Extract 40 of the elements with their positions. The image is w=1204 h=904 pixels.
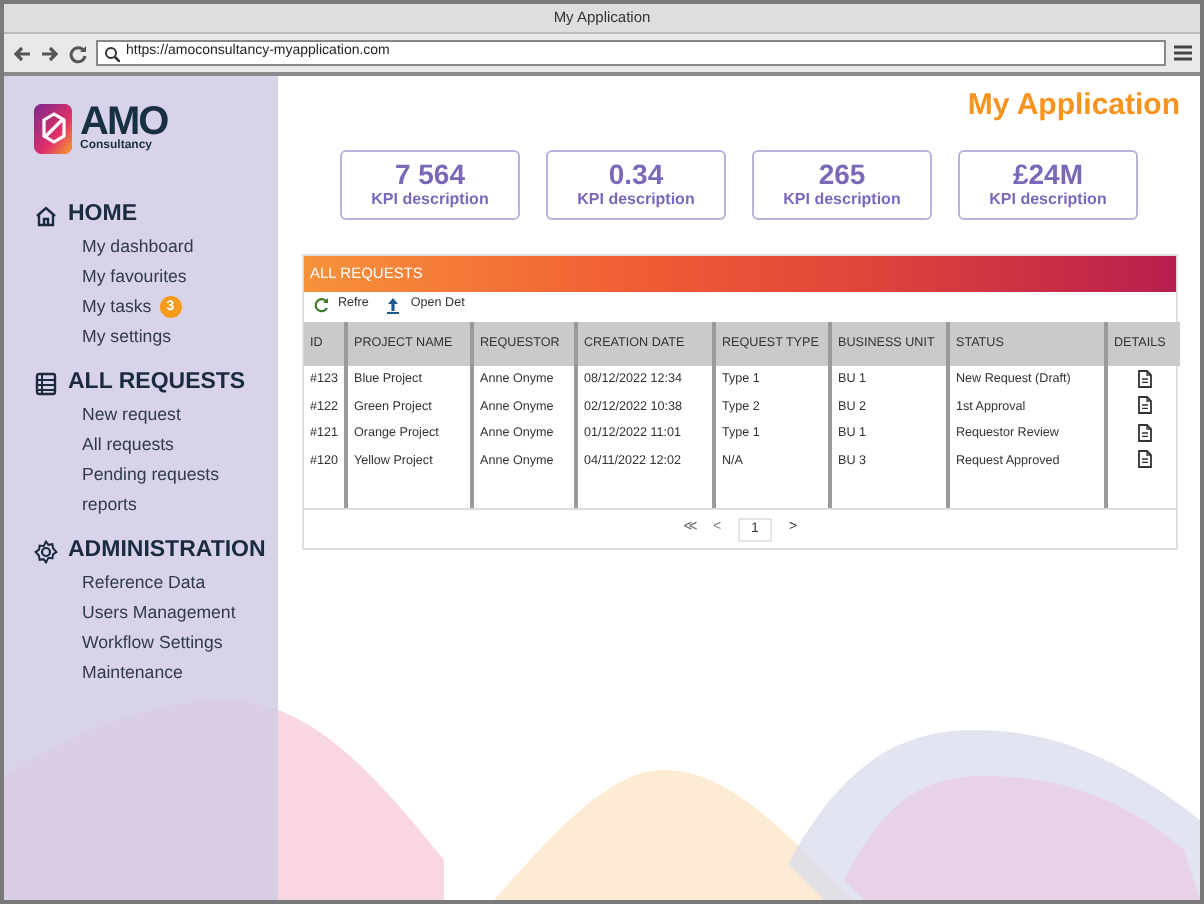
menu-icon[interactable] [1174,44,1192,62]
sidebar-item[interactable]: My settings [82,326,171,346]
sidebar-item[interactable]: Users Management [82,602,236,622]
logo-name: AMO [80,104,168,140]
sidebar-item[interactable]: New request [82,404,181,424]
kpi-value: 7 564 [394,160,466,190]
reload-icon[interactable] [68,43,88,63]
sidebar-item[interactable]: Reference Data [82,572,206,592]
gear-icon [34,539,58,563]
kpi-label: KPI description [989,190,1107,210]
document-icon[interactable] [1137,450,1151,469]
sidebar-item[interactable]: My dashboard [82,236,194,256]
logo-icon [34,104,72,154]
page-title: My Application [967,88,1180,122]
list-icon [34,371,58,395]
document-icon[interactable] [1137,369,1151,388]
sidebar-item[interactable]: My favourites [82,266,187,286]
kpi-label: KPI description [577,190,695,210]
kpi-label: KPI description [783,190,901,210]
sidebar-item[interactable]: reports [82,494,137,514]
upload-icon [384,295,403,313]
search-icon [104,45,120,61]
kpi-value: 265 [818,160,866,190]
section-heading[interactable]: ALL REQUESTS [68,365,246,401]
sidebar-item[interactable]: Pending requests [82,464,219,484]
back-arrow-icon[interactable] [12,43,32,63]
home-icon [34,203,58,227]
sidebar-item[interactable]: My tasks [82,296,152,316]
kpi-label: KPI description [371,190,489,210]
section-heading[interactable]: ADMINISTRATION [68,533,266,569]
sidebar-item[interactable]: Workflow Settings [82,632,223,652]
document-icon[interactable] [1137,423,1151,442]
section-heading[interactable]: HOME [68,197,137,233]
kpi-value: £24M [1012,160,1084,190]
refresh-icon [312,295,330,313]
sidebar-item[interactable]: All requests [82,434,174,454]
document-icon[interactable] [1137,396,1151,415]
forward-arrow-icon[interactable] [40,43,60,63]
kpi-value: 0.34 [608,160,664,190]
sidebar-item[interactable]: Maintenance [82,662,183,682]
